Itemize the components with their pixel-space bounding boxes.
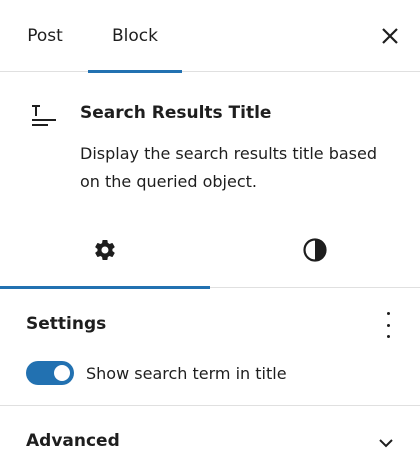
tab-styles[interactable] (210, 212, 420, 288)
title-icon (32, 105, 56, 126)
inspector-tabs (0, 212, 420, 289)
more-options-icon[interactable] (382, 312, 394, 338)
close-button[interactable] (374, 20, 406, 52)
chevron-down-icon (379, 439, 393, 448)
toggle-knob (54, 365, 70, 381)
advanced-title: Advanced (26, 431, 120, 451)
tab-post-label: Post (27, 26, 63, 46)
block-inspector-panel: Post Block Search Results Title Display … (0, 0, 420, 474)
tab-block[interactable]: Block (88, 0, 182, 73)
block-description: Display the search results title based o… (80, 144, 377, 191)
advanced-panel-toggle[interactable]: Advanced (0, 407, 420, 474)
show-search-term-row: Show search term in title (26, 360, 287, 386)
close-icon (382, 28, 398, 44)
block-card: Search Results Title Display the search … (0, 72, 420, 212)
gear-icon (95, 239, 115, 261)
sidebar-tabs: Post Block (0, 0, 420, 73)
tab-post[interactable]: Post (0, 0, 90, 72)
show-search-term-toggle[interactable] (26, 361, 74, 385)
settings-heading: Settings (26, 314, 107, 334)
tab-block-label: Block (112, 26, 158, 46)
block-title: Search Results Title (80, 103, 272, 123)
tab-settings[interactable] (0, 212, 210, 289)
half-circle-contrast-icon (303, 238, 327, 262)
settings-panel: Settings Show search term in title (0, 288, 420, 406)
toggle-label: Show search term in title (86, 363, 287, 383)
